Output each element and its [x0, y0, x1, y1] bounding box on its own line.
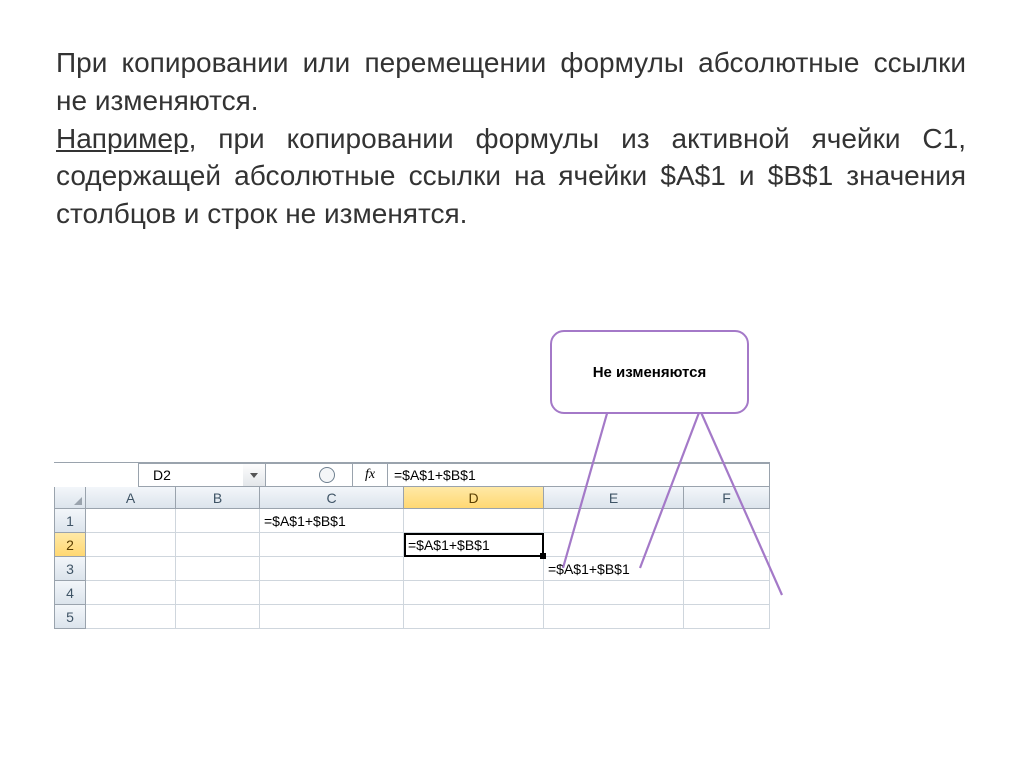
cell-b2[interactable] — [176, 533, 260, 557]
name-box[interactable]: D2 — [138, 463, 243, 487]
cell-e4[interactable] — [544, 581, 684, 605]
col-header-d[interactable]: D — [404, 487, 544, 509]
row-header-3[interactable]: 3 — [54, 557, 86, 581]
callout-bubble: Не изменяются — [550, 330, 749, 414]
callout-label: Не изменяются — [593, 364, 707, 381]
select-all-corner[interactable] — [54, 487, 86, 509]
cell-c4[interactable] — [260, 581, 404, 605]
cell-c1[interactable]: =$A$1+$B$1 — [260, 509, 404, 533]
cell-a4[interactable] — [86, 581, 176, 605]
row-header-2[interactable]: 2 — [54, 533, 86, 557]
cell-b3[interactable] — [176, 557, 260, 581]
col-header-f[interactable]: F — [684, 487, 770, 509]
cell-c2[interactable] — [260, 533, 404, 557]
cell-a5[interactable] — [86, 605, 176, 629]
cell-f2[interactable] — [684, 533, 770, 557]
col-header-c[interactable]: C — [260, 487, 404, 509]
column-headers: A B C D E F — [86, 487, 770, 509]
paragraph-1: При копировании или перемещении формулы … — [56, 47, 966, 116]
cell-d5[interactable] — [404, 605, 544, 629]
cell-f4[interactable] — [684, 581, 770, 605]
col-header-a[interactable]: A — [86, 487, 176, 509]
cell-b4[interactable] — [176, 581, 260, 605]
col-header-e[interactable]: E — [544, 487, 684, 509]
cell-a3[interactable] — [86, 557, 176, 581]
col-header-b[interactable]: B — [176, 487, 260, 509]
cell-f1[interactable] — [684, 509, 770, 533]
cell-b1[interactable] — [176, 509, 260, 533]
cell-b5[interactable] — [176, 605, 260, 629]
cell-a2[interactable] — [86, 533, 176, 557]
cell-d3[interactable] — [404, 557, 544, 581]
cell-e3[interactable]: =$A$1+$B$1 — [544, 557, 684, 581]
cell-e2[interactable] — [544, 533, 684, 557]
cell-c3[interactable] — [260, 557, 404, 581]
cell-e1[interactable] — [544, 509, 684, 533]
formula-bar[interactable]: =$A$1+$B$1 — [388, 463, 770, 487]
example-lead: Например, — [56, 123, 196, 154]
cell-c5[interactable] — [260, 605, 404, 629]
cell-f5[interactable] — [684, 605, 770, 629]
cell-a1[interactable] — [86, 509, 176, 533]
name-box-dropdown-icon[interactable] — [243, 463, 266, 487]
cell-f3[interactable] — [684, 557, 770, 581]
row-header-4[interactable]: 4 — [54, 581, 86, 605]
body-text: При копировании или перемещении формулы … — [56, 44, 966, 233]
cell-e5[interactable] — [544, 605, 684, 629]
cell-d2[interactable]: =$A$1+$B$1 — [404, 533, 544, 557]
cell-d4[interactable] — [404, 581, 544, 605]
fx-icon[interactable]: fx — [353, 463, 388, 487]
cell-d1[interactable] — [404, 509, 544, 533]
row-header-1[interactable]: 1 — [54, 509, 86, 533]
row-header-5[interactable]: 5 — [54, 605, 86, 629]
formula-cancel-icon[interactable] — [302, 463, 353, 487]
excel-screenshot: D2 fx =$A$1+$B$1 A B C D E F 1 =$A$1+$B$ — [54, 462, 770, 629]
formula-bar-row: D2 fx =$A$1+$B$1 — [54, 462, 770, 487]
